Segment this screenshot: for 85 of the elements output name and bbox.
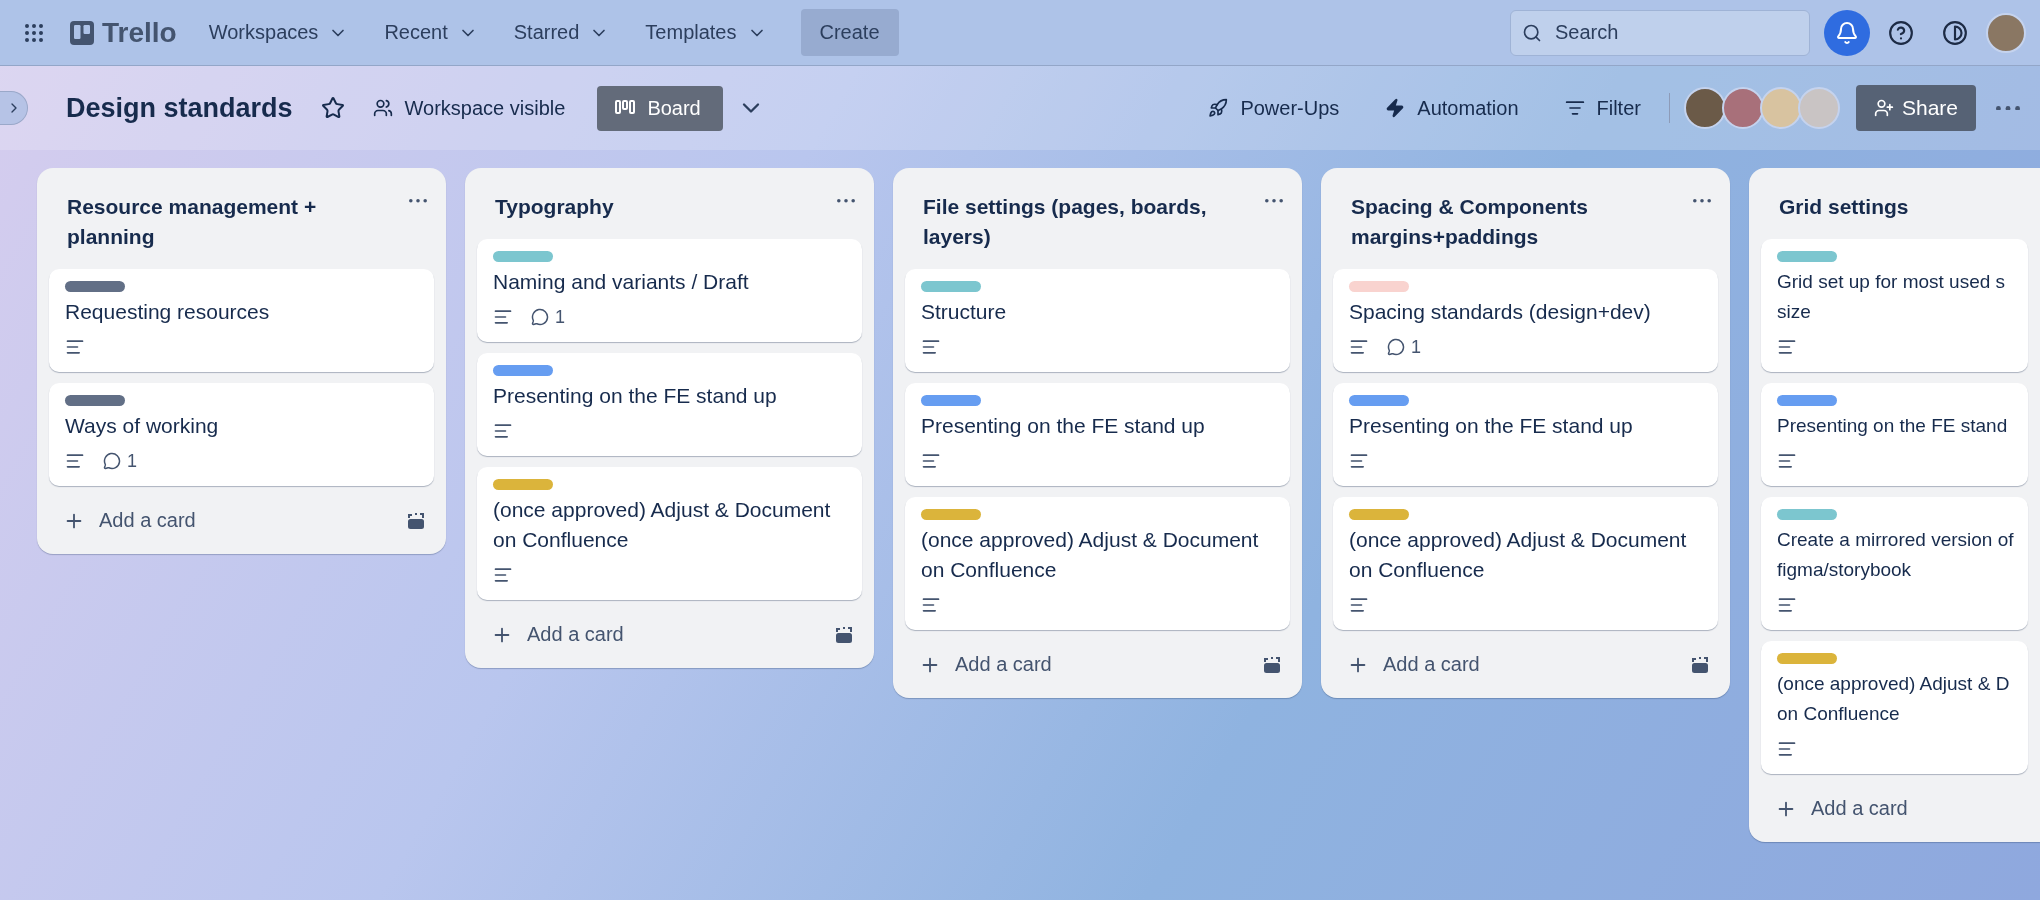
board-action-button[interactable]: Power-Ups [1194, 86, 1354, 130]
star-icon [320, 96, 345, 120]
comment-count: 1 [127, 450, 137, 472]
add-card-button[interactable]: Add a card [485, 615, 630, 654]
add-card-button[interactable]: Add a card [913, 645, 1058, 684]
ellipsis-icon [409, 199, 427, 203]
ellipsis-icon [837, 199, 855, 203]
profile-avatar[interactable] [1986, 12, 2026, 53]
card-title: (once approved) Adjust & D on Confluence [1777, 672, 2011, 726]
comment-icon [1387, 338, 1405, 356]
task-card[interactable]: (once approved) Adjust & Document on Confluence [905, 497, 1290, 630]
ellipsis-icon [1693, 199, 1711, 203]
task-card[interactable]: Ways of working 1 [49, 383, 434, 486]
task-card[interactable]: Create a mirrored version of figma/storybook [1761, 497, 2028, 630]
nav-menu-button[interactable]: Recent [370, 13, 492, 52]
search-field[interactable]: Search [1510, 9, 1810, 56]
visibility-button[interactable]: Workspace visible [358, 86, 580, 130]
add-card-button[interactable]: Add a card [1341, 645, 1486, 684]
create-button[interactable]: Create [800, 9, 899, 56]
task-card[interactable]: Presenting on the FE stand [1761, 383, 2028, 486]
help-icon [1888, 19, 1914, 46]
card-title: Naming and variants / Draft [493, 269, 750, 295]
comment-icon [531, 308, 549, 326]
nav-menu-button[interactable]: Templates [631, 13, 781, 52]
rocket-icon [1208, 98, 1229, 118]
sidebar-toggle-button[interactable] [0, 91, 28, 125]
notifications-button[interactable] [1824, 9, 1870, 56]
trello-logo-icon [70, 20, 94, 45]
add-person-icon [1873, 98, 1894, 118]
task-card[interactable]: Grid set up for most used s size [1761, 239, 2028, 372]
list-title[interactable]: Grid settings [1779, 192, 2028, 222]
board-view-button[interactable]: Board [597, 85, 723, 131]
card-title: (once approved) Adjust & Document on Confluence [1349, 527, 1688, 583]
task-card[interactable]: Presenting on the FE stand up [477, 353, 862, 456]
card-title: Grid set up for most used s size [1777, 270, 2007, 324]
card-title: Presenting on the FE stand up [1349, 413, 1634, 439]
card-template-icon[interactable] [1262, 654, 1282, 675]
card-title: Create a mirrored version of figma/storybook [1777, 528, 2015, 582]
bell-icon [1835, 20, 1859, 45]
trello-logo[interactable]: Trello [60, 12, 187, 53]
add-card-button[interactable]: Add a card [1769, 789, 1914, 828]
task-card[interactable]: Presenting on the FE stand up [1333, 383, 1718, 486]
list-title[interactable]: File settings (pages, boards, layers) [923, 192, 1250, 252]
card-template-icon[interactable] [406, 510, 426, 531]
card-title: Spacing standards (design+dev) [1349, 299, 1652, 325]
list-title[interactable]: Typography [495, 192, 822, 222]
board-title[interactable]: Design standards [66, 92, 293, 124]
nav-menu-button[interactable]: Workspaces [194, 13, 363, 52]
people-icon [372, 98, 393, 118]
comment-count: 1 [1411, 336, 1421, 358]
card-title: Presenting on the FE stand [1777, 414, 2009, 438]
card-title: Ways of working [65, 413, 220, 439]
half-circle-icon [1942, 19, 1968, 46]
comment-count: 1 [555, 306, 565, 328]
filter-icon [1564, 98, 1585, 118]
list-title[interactable]: Spacing & Components margins+paddings [1351, 192, 1678, 252]
board-icon [615, 100, 636, 116]
card-template-icon[interactable] [834, 624, 854, 645]
task-card[interactable]: (once approved) Adjust & D on Confluence [1761, 641, 2028, 774]
card-title: Structure [921, 299, 1008, 325]
task-card[interactable]: Structure [905, 269, 1290, 372]
add-card-button[interactable]: Add a card [57, 501, 202, 540]
task-card[interactable]: Presenting on the FE stand up [905, 383, 1290, 486]
task-card[interactable]: Spacing standards (design+dev) 1 [1333, 269, 1718, 372]
ellipsis-icon [1996, 105, 2020, 111]
board-action-button[interactable]: Automation [1371, 86, 1533, 130]
card-title: Requesting resources [65, 299, 271, 325]
task-card[interactable]: (once approved) Adjust & Document on Confluence [477, 467, 862, 600]
task-card[interactable]: Naming and variants / Draft 1 [477, 239, 862, 342]
card-title: Presenting on the FE stand up [921, 413, 1206, 439]
member-avatar[interactable] [1683, 87, 1726, 129]
card-title: (once approved) Adjust & Document on Confluence [921, 527, 1260, 583]
card-title: (once approved) Adjust & Document on Confluence [493, 497, 832, 553]
board-action-button[interactable]: Filter [1550, 86, 1655, 130]
comment-icon [103, 452, 121, 470]
task-card[interactable]: (once approved) Adjust & Document on Confluence [1333, 497, 1718, 630]
card-template-icon[interactable] [1690, 654, 1710, 675]
lightning-icon [1385, 98, 1406, 118]
task-card[interactable]: Requesting resources [49, 269, 434, 372]
ellipsis-icon [1265, 199, 1283, 203]
nav-menu-button[interactable]: Starred [499, 13, 624, 52]
member-avatar[interactable] [1721, 87, 1764, 129]
card-title: Presenting on the FE stand up [493, 383, 778, 409]
share-button[interactable]: Share [1855, 85, 1976, 131]
list-title[interactable]: Resource management + planning [67, 192, 394, 252]
